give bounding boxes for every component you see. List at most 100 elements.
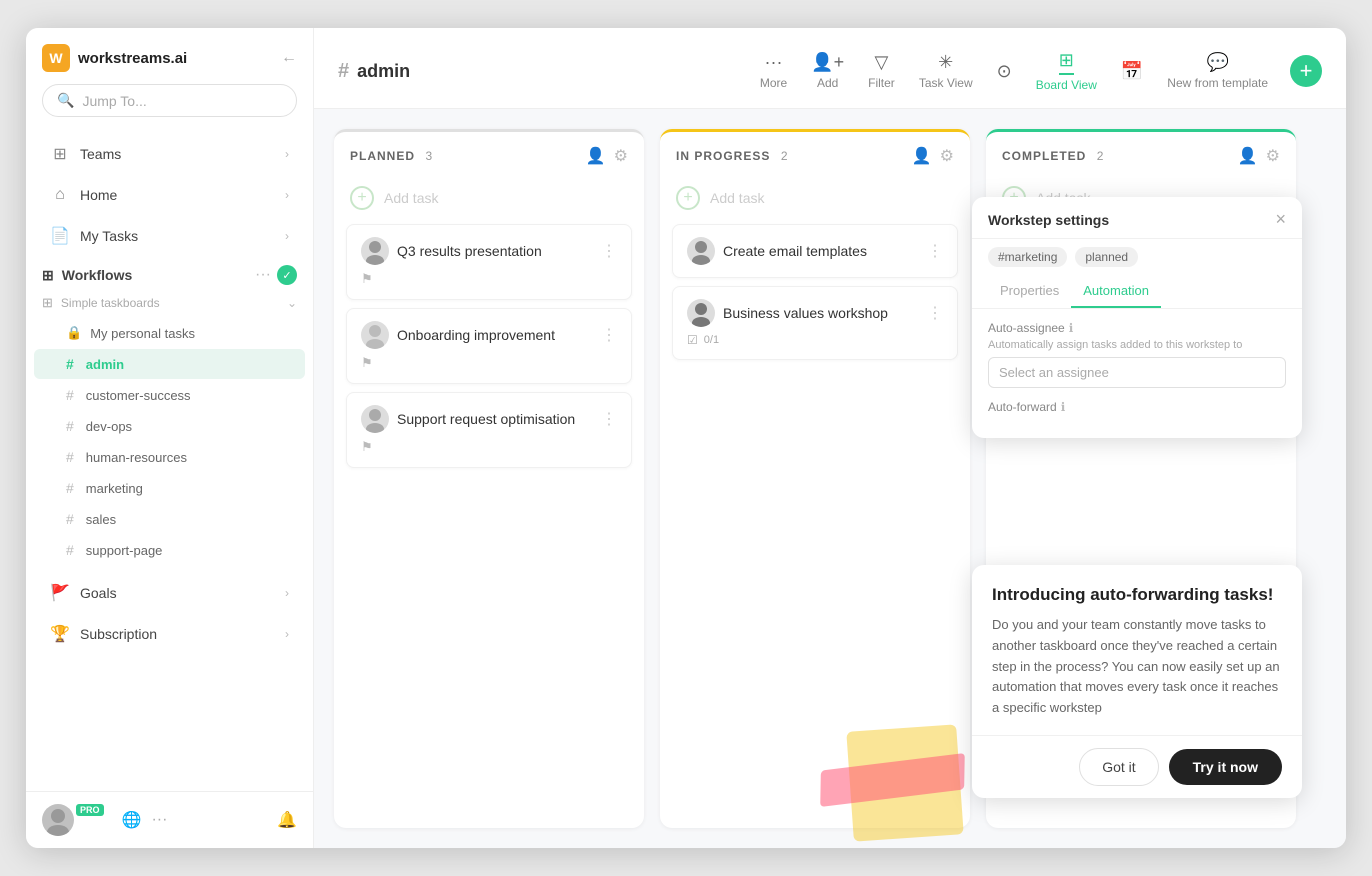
got-it-button[interactable]: Got it	[1079, 748, 1158, 786]
sidebar-close-icon[interactable]: ←	[281, 49, 297, 67]
home-icon: ⌂	[50, 185, 70, 205]
panel-tab-automation[interactable]: Automation	[1071, 275, 1161, 308]
board-icon: ⊞	[1059, 50, 1074, 75]
sidebar-item-dev-ops[interactable]: # dev-ops	[34, 411, 305, 441]
add-btn[interactable]: 👤+ Add	[801, 46, 854, 96]
time-view-btn[interactable]: ⊙	[987, 55, 1022, 88]
more-label: More	[760, 76, 787, 90]
filter-btn[interactable]: ▽ Filter	[858, 46, 905, 96]
board-view-btn[interactable]: ⊞ Board View	[1026, 44, 1107, 98]
add-task-plus-icon: +	[350, 186, 374, 210]
completed-settings-icon[interactable]: ⚙	[1266, 146, 1280, 166]
main-content: # admin ··· More 👤+ Add ▽ Filter ✳	[314, 28, 1346, 848]
sidebar-item-support-page[interactable]: # support-page	[34, 535, 305, 565]
board-area: PLANNED 3 👤 ⚙ + Add task	[314, 109, 1346, 848]
channels-list: 🔒 My personal tasks # admin # customer-s…	[26, 318, 313, 565]
asterisk-icon: ✳	[938, 52, 953, 73]
inprogress-add-task[interactable]: + Add task	[660, 176, 970, 220]
inprogress-assignee-icon[interactable]: 👤	[912, 146, 932, 166]
sidebar-item-my-personal-tasks[interactable]: 🔒 My personal tasks	[34, 318, 305, 348]
panel-tab-properties[interactable]: Properties	[988, 275, 1071, 308]
task-menu-icon[interactable]: ⋮	[927, 303, 943, 323]
new-from-template-btn[interactable]: 💬 New from template	[1157, 46, 1278, 96]
my-tasks-label: My Tasks	[80, 228, 138, 244]
sidebar-item-admin[interactable]: # admin	[34, 349, 305, 379]
panel-close-icon[interactable]: ×	[1275, 209, 1286, 230]
hash-icon: #	[66, 418, 74, 434]
add-label: Add	[817, 76, 838, 90]
new-task-btn[interactable]: +	[1290, 55, 1322, 87]
more-dots-icon: ···	[765, 52, 783, 73]
task-card[interactable]: Create email templates ⋮	[672, 224, 958, 278]
sidebar-bottom: PRO 🌐 ··· 🔔	[26, 791, 313, 848]
channel-hash-icon: #	[338, 60, 349, 83]
filter-icon: ▽	[875, 52, 889, 73]
planned-count: 3	[425, 149, 432, 163]
task-view-btn[interactable]: ✳ Task View	[909, 46, 983, 96]
search-bar[interactable]: 🔍 Jump To...	[42, 84, 297, 117]
auto-assignee-desc: Automatically assign tasks added to this…	[988, 339, 1286, 351]
task-card[interactable]: Onboarding improvement ⋮ ⚑	[346, 308, 632, 384]
task-menu-icon[interactable]: ⋮	[601, 241, 617, 261]
channel-title: # admin	[338, 60, 410, 83]
completed-assignee-icon[interactable]: 👤	[1238, 146, 1258, 166]
workflows-toggle[interactable]: ⊞ Workflows	[42, 267, 132, 284]
header-actions: ··· More 👤+ Add ▽ Filter ✳ Task View ⊙	[750, 44, 1322, 98]
calendar-view-btn[interactable]: 📅	[1111, 55, 1153, 88]
sidebar-item-home[interactable]: ⌂ Home ›	[34, 175, 305, 215]
sidebar-item-teams[interactable]: ⊞ Teams ›	[34, 134, 305, 174]
task-menu-icon[interactable]: ⋮	[601, 409, 617, 429]
sidebar-item-marketing[interactable]: # marketing	[34, 473, 305, 503]
auto-assignee-label: Auto-assignee ℹ	[988, 321, 1286, 335]
hash-icon: #	[66, 387, 74, 403]
planned-assignee-icon[interactable]: 👤	[586, 146, 606, 166]
planned-title: PLANNED	[350, 149, 415, 163]
app-logo: W workstreams.ai	[42, 44, 187, 72]
globe-icon[interactable]: 🌐	[122, 810, 142, 830]
more-btn[interactable]: ··· More	[750, 46, 797, 96]
task-title: Support request optimisation	[397, 411, 575, 427]
task-card[interactable]: Business values workshop ⋮ ☑ 0/1	[672, 286, 958, 360]
hash-icon: #	[66, 542, 74, 558]
calendar-icon: 📅	[1121, 61, 1143, 82]
pro-badge: PRO	[76, 804, 104, 816]
sidebar-item-human-resources[interactable]: # human-resources	[34, 442, 305, 472]
workflows-more-icon[interactable]: ···	[255, 266, 271, 284]
sidebar-item-customer-success[interactable]: # customer-success	[34, 380, 305, 410]
inprogress-settings-icon[interactable]: ⚙	[940, 146, 954, 166]
inprogress-column-header: IN PROGRESS 2 👤 ⚙	[660, 129, 970, 176]
tooltip-body: Introducing auto-forwarding tasks! Do yo…	[972, 565, 1302, 735]
task-menu-icon[interactable]: ⋮	[927, 241, 943, 261]
try-it-now-button[interactable]: Try it now	[1169, 749, 1282, 785]
subscription-icon: 🏆	[50, 624, 70, 644]
task-flag-icon: ⚑	[361, 439, 373, 455]
home-chevron-icon: ›	[285, 188, 289, 202]
task-card[interactable]: Support request optimisation ⋮ ⚑	[346, 392, 632, 468]
filter-label: Filter	[868, 76, 895, 90]
planned-add-task[interactable]: + Add task	[334, 176, 644, 220]
bell-icon[interactable]: 🔔	[277, 810, 297, 830]
info-icon: ℹ	[1061, 400, 1066, 414]
task-progress-badge: 0/1	[704, 334, 719, 346]
task-card[interactable]: Q3 results presentation ⋮ ⚑	[346, 224, 632, 300]
user-avatar	[42, 804, 74, 836]
assignee-select[interactable]: Select an assignee	[988, 357, 1286, 388]
completed-title: COMPLETED	[1002, 149, 1086, 163]
hash-icon: #	[66, 480, 74, 496]
task-avatar	[361, 321, 389, 349]
add-task-label: Add task	[710, 190, 764, 206]
clock-icon: ⊙	[997, 61, 1012, 82]
simple-taskboards-item[interactable]: ⊞ Simple taskboards ⌄	[26, 289, 313, 317]
more-options-icon[interactable]: ···	[151, 811, 167, 829]
auto-forward-label: Auto-forward ℹ	[988, 400, 1286, 414]
sidebar-item-subscription[interactable]: 🏆 Subscription ›	[34, 614, 305, 654]
task-menu-icon[interactable]: ⋮	[601, 325, 617, 345]
main-header: # admin ··· More 👤+ Add ▽ Filter ✳	[314, 28, 1346, 109]
sidebar-item-my-tasks[interactable]: 📄 My Tasks ›	[34, 216, 305, 256]
planned-settings-icon[interactable]: ⚙	[614, 146, 628, 166]
channel-label: human-resources	[86, 450, 187, 465]
sidebar-item-sales[interactable]: # sales	[34, 504, 305, 534]
task-title: Onboarding improvement	[397, 327, 555, 343]
subscription-label: Subscription	[80, 626, 157, 642]
sidebar-item-goals[interactable]: 🚩 Goals ›	[34, 573, 305, 613]
